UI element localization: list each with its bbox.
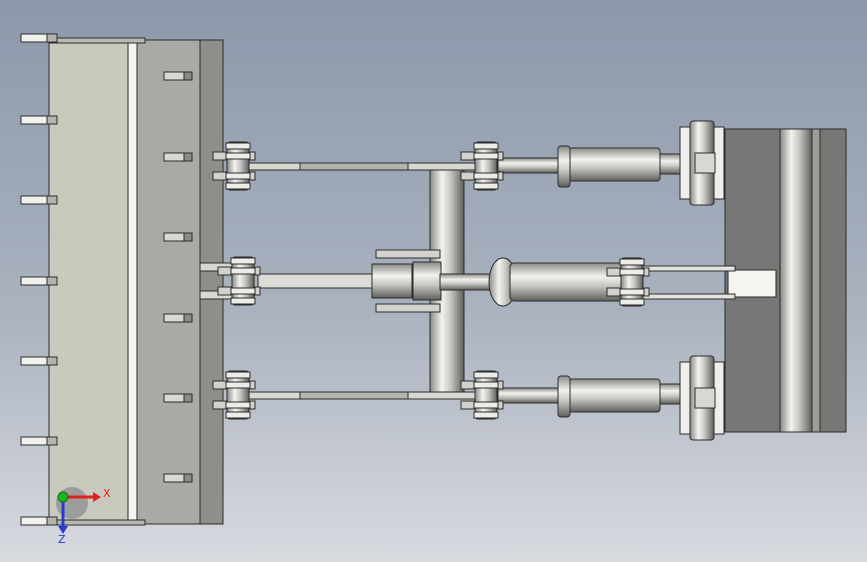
- bucket-rear-plate: [199, 39, 224, 525]
- pin-washer: [225, 411, 251, 419]
- pin-washer: [619, 258, 645, 266]
- bucket-slot-end: [183, 152, 193, 162]
- pin-washer: [473, 371, 499, 379]
- pin-washer: [230, 287, 256, 295]
- tilt-linkage: [199, 249, 736, 313]
- upper-cylinder-rod: [497, 157, 563, 174]
- pin-washer: [225, 381, 251, 389]
- pin-washer: [473, 172, 499, 180]
- pin-washer: [619, 288, 645, 296]
- upper-arm-web: [299, 162, 409, 171]
- bucket-slot-end: [183, 313, 193, 323]
- lower-cylinder-rod: [497, 387, 563, 404]
- bucket-top-rail: [48, 37, 146, 44]
- upper-cylinder-collar: [557, 145, 571, 188]
- bucket-back-plate: [136, 39, 201, 525]
- bucket-tooth-base: [46, 356, 58, 366]
- pin-washer: [473, 381, 499, 389]
- bucket-tooth-base: [46, 115, 58, 125]
- bucket-face: [48, 39, 132, 525]
- x-axis-label: X: [103, 487, 111, 500]
- frame-lug-eye: [694, 387, 716, 409]
- pin-washer: [230, 267, 256, 275]
- pin-washer: [473, 152, 499, 160]
- pin-washer: [225, 182, 251, 190]
- bucket-tooth-base: [46, 276, 58, 286]
- cad-viewport[interactable]: X Z: [0, 0, 867, 562]
- pin-washer: [619, 268, 645, 276]
- upper-cylinder-barrel: [567, 147, 661, 182]
- frame-lug-eye: [694, 152, 716, 174]
- pin-washer: [225, 401, 251, 409]
- bucket-slot-end: [183, 71, 193, 81]
- bucket-slot-end: [183, 393, 193, 403]
- tilt-rocker-top: [375, 249, 441, 259]
- tilt-rocker-body-2: [412, 261, 442, 301]
- pin-washer: [230, 257, 256, 265]
- triad-shadow: [56, 487, 88, 519]
- pin-washer: [619, 298, 645, 306]
- frame-band-light: [779, 128, 813, 433]
- pin-washer: [473, 411, 499, 419]
- pin-washer: [230, 297, 256, 305]
- loader-assembly-drawing: X Z: [20, 33, 847, 546]
- bucket-slot-end: [183, 473, 193, 483]
- rear-frame: [724, 128, 847, 433]
- bucket-tooth-base: [46, 33, 58, 43]
- pin-washer: [473, 142, 499, 150]
- tilt-link-bar: [257, 273, 377, 289]
- frame-center-socket: [727, 269, 777, 298]
- tilt-rocker-bottom: [375, 303, 441, 313]
- lower-cylinder-collar: [557, 375, 571, 418]
- lower-cylinder-barrel: [567, 378, 661, 413]
- bucket-tooth-base: [46, 516, 58, 526]
- bucket-tooth-base: [46, 436, 58, 446]
- pin-washer: [473, 182, 499, 190]
- y-axis-dot: [57, 491, 69, 503]
- bucket-tooth-base: [46, 195, 58, 205]
- pin-washer: [225, 142, 251, 150]
- lower-arm-web: [299, 391, 409, 400]
- pin-washer: [225, 371, 251, 379]
- bucket-slot-end: [183, 232, 193, 242]
- bucket: [20, 33, 224, 526]
- tilt-rocker-body: [371, 263, 413, 299]
- pin-washer: [473, 401, 499, 409]
- z-axis-label: Z: [58, 533, 66, 546]
- pin-washer: [225, 172, 251, 180]
- frame-band-dark: [811, 128, 821, 433]
- bucket-edge-strip: [127, 39, 138, 525]
- pin-washer: [225, 152, 251, 160]
